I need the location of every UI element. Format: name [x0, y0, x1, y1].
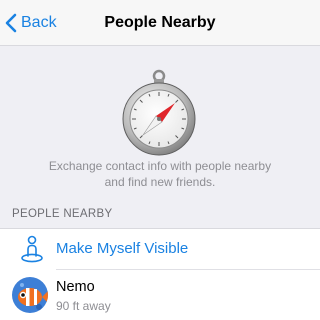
user-name: Nemo: [56, 279, 95, 295]
section-header: PEOPLE NEARBY: [12, 208, 113, 220]
clownfish-avatar-icon: [12, 277, 48, 313]
make-myself-visible-button[interactable]: Make Myself Visible: [0, 229, 320, 269]
hero-description: Exchange contact info with people nearby…: [20, 158, 300, 190]
chevron-left-icon: [5, 13, 17, 33]
people-list: Make Myself Visible Nemo 90 ft away: [0, 228, 320, 320]
back-button[interactable]: Back: [4, 0, 57, 46]
hero-section: Exchange contact info with people nearby…: [0, 46, 320, 201]
person-location-icon: [21, 235, 43, 263]
hero-description-line-2: and find new friends.: [104, 175, 216, 189]
avatar: [12, 277, 48, 313]
user-distance: 90 ft away: [56, 299, 111, 313]
hero-description-line-1: Exchange contact info with people nearby: [48, 159, 272, 173]
back-label: Back: [21, 14, 57, 31]
compass-icon: [122, 69, 196, 156]
make-myself-visible-label: Make Myself Visible: [56, 240, 189, 257]
people-nearby-screen: Back People Nearby Exchange contact info…: [0, 0, 320, 320]
list-item-user[interactable]: Nemo 90 ft away: [0, 270, 320, 320]
navigation-bar: Back People Nearby: [0, 0, 320, 46]
